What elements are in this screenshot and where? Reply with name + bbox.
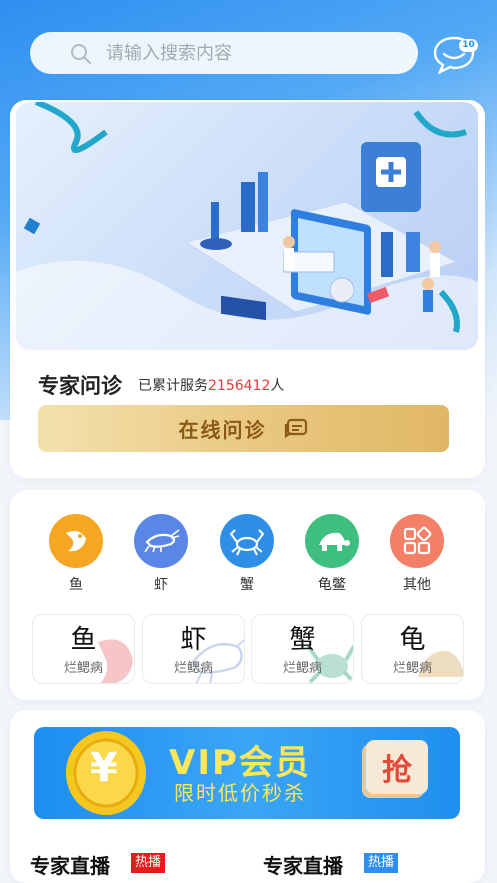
search-icon [71,44,91,64]
vip-subtitle: 限时低价秒杀 [174,781,306,805]
category-card: 鱼 虾 蟹 龟鳖 其他 鱼 烂鳃病 虾 烂鳃病 蟹 烂鳃病 龟 烂鳃病 [10,490,485,700]
disease-name: 烂鳃病 [173,661,213,676]
consult-card: 专家问诊 已累计服务2156412人 在线问诊 [10,100,485,478]
category-label: 蟹 [240,577,254,593]
shrimp-icon [134,514,188,568]
search-input[interactable] [106,42,406,64]
disease-animal: 龟 [399,625,426,655]
disease-animal: 虾 [180,625,207,655]
vip-live-card: ¥ VIP会员 限时低价秒杀 抢 专家直播 热播 专家直播 热播 [10,710,485,883]
disease-name: 烂鳃病 [392,661,432,676]
category-shrimp[interactable]: 虾 [126,514,196,594]
vip-banner[interactable]: ¥ VIP会员 限时低价秒杀 抢 [34,727,460,819]
disease-card-shrimp[interactable]: 虾 烂鳃病 [142,614,245,684]
hot-tag: 热播 [364,853,399,873]
served-count: 2156412 [208,378,271,394]
medical-illustration [16,102,478,350]
category-fish[interactable]: 鱼 [41,514,111,594]
category-crab[interactable]: 蟹 [212,514,282,594]
disease-card-fish[interactable]: 鱼 烂鳃病 [32,614,135,684]
hot-tag: 热播 [131,853,166,873]
coin-symbol: ¥ [90,745,118,791]
category-label: 龟鳖 [318,577,346,593]
message-badge: 10 [459,39,478,52]
disease-card-turtle[interactable]: 龟 烂鳃病 [361,614,464,684]
disease-name: 烂鳃病 [63,661,103,676]
live-section-title[interactable]: 专家直播 [263,850,343,879]
served-prefix: 已累计服务 [138,378,208,394]
crab-icon [220,514,274,568]
online-consult-label: 在线问诊 [178,418,267,442]
served-count-text: 已累计服务2156412人 [138,375,284,395]
disease-card-crab[interactable]: 蟹 烂鳃病 [251,614,354,684]
category-label: 鱼 [69,577,83,593]
disease-animal: 蟹 [289,625,316,655]
live-section-title[interactable]: 专家直播 [30,850,110,879]
disease-name: 烂鳃病 [282,661,322,676]
category-label: 其他 [403,577,431,593]
category-label: 虾 [154,577,168,593]
category-other[interactable]: 其他 [382,514,452,594]
chat-icon [284,418,307,438]
consult-title: 专家问诊 [38,374,122,398]
fish-icon [49,514,103,568]
category-turtle[interactable]: 龟鳖 [297,514,367,594]
disease-animal: 鱼 [70,625,97,655]
grab-button[interactable]: 抢 [366,740,428,794]
search-bar[interactable] [30,32,418,74]
grid-icon [390,514,444,568]
turtle-icon [305,514,359,568]
online-consult-button[interactable]: 在线问诊 [38,405,449,452]
served-suffix: 人 [270,378,285,394]
